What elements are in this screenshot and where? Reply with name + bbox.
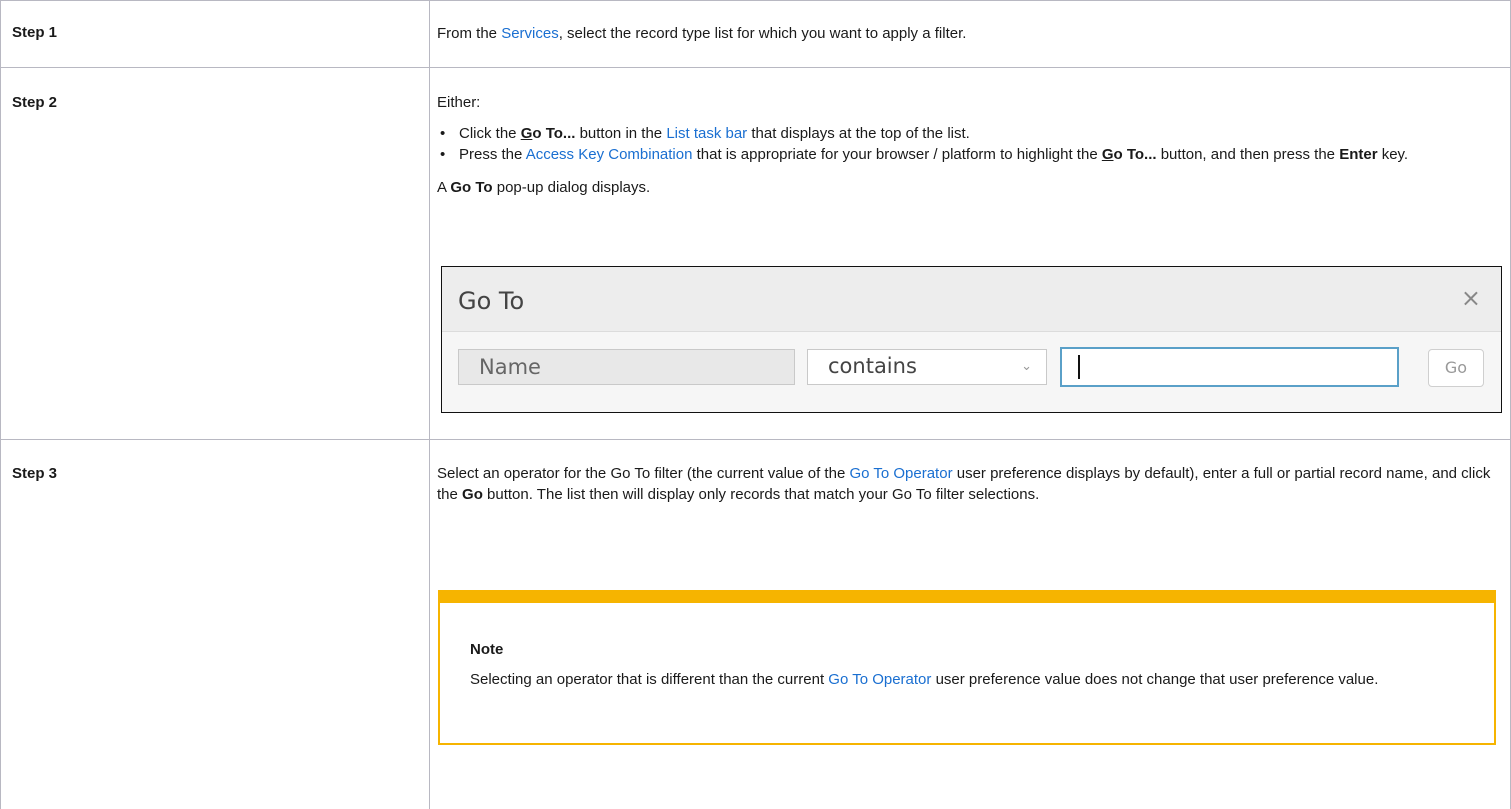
step-3-text: Select an operator for the Go To filter … xyxy=(437,463,1502,505)
step-1-text-before: From the xyxy=(437,25,502,42)
enter-key-name: Enter xyxy=(1339,146,1378,163)
bullet-marker: • xyxy=(440,146,446,163)
chevron-down-icon: ⌄ xyxy=(1021,359,1032,374)
go-to-access-letter: G xyxy=(1101,146,1114,163)
step-2-intro: Either: xyxy=(437,94,481,111)
dialog-header: Go To × xyxy=(442,267,1501,332)
go-to-operator-link[interactable]: Go To Operator xyxy=(849,465,952,482)
step-2-options-list: • Click the Go To... button in the List … xyxy=(437,123,1497,165)
dialog-body: Name contains ⌄ Go xyxy=(442,332,1501,412)
result-pre: A xyxy=(437,179,451,196)
bullet1-mid: button in the xyxy=(575,125,667,142)
operator-select[interactable]: contains ⌄ xyxy=(807,349,1047,385)
step-2-content: Either: • Click the Go To... button in t… xyxy=(437,92,1497,198)
step-1-label: Step 1 xyxy=(12,24,58,41)
bullet2-mid: that is appropriate for your browser / p… xyxy=(692,146,1102,163)
note-text: Selecting an operator that is different … xyxy=(470,669,1470,691)
go-to-button-name: Go To... xyxy=(1102,146,1157,163)
go-to-search-input[interactable] xyxy=(1060,347,1399,387)
step-2-label: Step 2 xyxy=(12,94,58,111)
go-to-dialog-name: Go To xyxy=(450,179,493,196)
step-3-p3: button. The list then will display only … xyxy=(482,486,1040,503)
operator-value: contains xyxy=(828,354,917,378)
go-to-button-name: Go To... xyxy=(521,125,576,142)
close-icon[interactable]: × xyxy=(1461,284,1481,312)
dialog-title: Go To xyxy=(458,287,525,315)
note-go-to-operator-link[interactable]: Go To Operator xyxy=(828,671,931,688)
note-post: user preference value does not change th… xyxy=(931,671,1379,688)
option-access-key: • Press the Access Key Combination that … xyxy=(437,144,1497,165)
step-3-p1: Select an operator for the Go To filter … xyxy=(437,465,850,482)
option-click-go-to: • Click the Go To... button in the List … xyxy=(437,123,1497,144)
access-key-combination-link[interactable]: Access Key Combination xyxy=(526,146,693,163)
go-to-rest: o To... xyxy=(1113,146,1157,163)
note-title: Note xyxy=(470,641,504,658)
step-1-text: From the Services, select the record typ… xyxy=(437,23,1497,44)
left-border xyxy=(0,0,429,809)
note-callout: Note Selecting an operator that is diffe… xyxy=(438,590,1496,745)
text-cursor xyxy=(1078,355,1080,379)
bullet2-mid2: button, and then press the xyxy=(1156,146,1340,163)
go-to-dialog-screenshot: Go To × Name contains ⌄ Go xyxy=(441,266,1502,413)
go-button[interactable]: Go xyxy=(1428,349,1484,387)
bullet-marker: • xyxy=(440,125,446,142)
bullet1-pre: Click the xyxy=(459,125,521,142)
step-2-result: A Go To pop-up dialog displays. xyxy=(437,177,1497,198)
go-to-access-letter: G xyxy=(520,125,533,142)
filter-field-select: Name xyxy=(458,349,795,385)
bullet1-post: that displays at the top of the list. xyxy=(747,125,970,142)
bullet2-pre: Press the xyxy=(459,146,526,163)
go-to-rest: o To... xyxy=(532,125,576,142)
bullet2-post: key. xyxy=(1377,146,1409,163)
services-link[interactable]: Services xyxy=(501,25,559,42)
procedure-table: Step 1 From the Services, select the rec… xyxy=(0,0,1511,809)
step-1-text-after: , select the record type list for which … xyxy=(558,25,967,42)
result-post: pop-up dialog displays. xyxy=(492,179,651,196)
step-3-label: Step 3 xyxy=(12,465,58,482)
go-button-name: Go xyxy=(462,486,483,503)
list-task-bar-link[interactable]: List task bar xyxy=(666,125,747,142)
column-divider xyxy=(429,0,430,809)
note-pre: Selecting an operator that is different … xyxy=(470,671,829,688)
